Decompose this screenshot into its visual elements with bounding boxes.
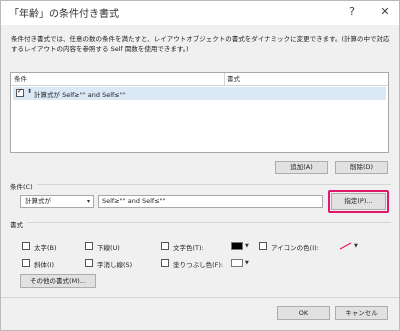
ok-button[interactable]: OK <box>277 306 330 320</box>
footer-divider <box>1 297 399 298</box>
title-bar: 「年齢」の条件付き書式 ? ✕ <box>1 1 399 25</box>
bold-checkbox[interactable] <box>22 242 30 250</box>
header-divider <box>11 85 388 86</box>
fill-color-checkbox[interactable] <box>161 259 169 267</box>
fill-color-swatch[interactable] <box>231 259 243 267</box>
add-button[interactable]: 追加(A) <box>275 161 328 174</box>
icon-color-checkbox[interactable] <box>259 242 267 250</box>
pen-icon[interactable] <box>339 242 352 250</box>
text-color-checkbox[interactable] <box>161 242 169 250</box>
strikethrough-option[interactable]: 字消し線(S) <box>85 258 155 269</box>
dialog-title: 「年齢」の条件付き書式 <box>9 9 119 20</box>
underline-checkbox[interactable] <box>85 242 93 250</box>
icon-color-option[interactable]: アイコンの色(I): <box>259 241 349 252</box>
text-color-label: 文字色(T): <box>173 244 204 252</box>
italic-checkbox[interactable] <box>22 259 30 267</box>
fill-color-chevron-down-icon[interactable]: ▼ <box>245 260 249 266</box>
format-section-divider <box>27 222 391 223</box>
bold-option[interactable]: 太字(B) <box>22 241 82 252</box>
delete-button[interactable]: 削除(D) <box>335 161 388 174</box>
checkmark-icon: ✓ <box>17 87 23 95</box>
conditional-format-dialog: 「年齢」の条件付き書式 ? ✕ 条件付き書式では、任意の数の条件を満たすと、レイ… <box>0 0 400 331</box>
bold-label: 太字(B) <box>34 244 57 252</box>
italic-label: 斜体(I) <box>34 261 54 269</box>
text-color-swatch[interactable] <box>231 242 243 250</box>
formula-field[interactable]: Self≥"" and Self≤"" <box>98 195 323 208</box>
sort-updown-icon[interactable]: ⬍ <box>27 88 32 95</box>
text-color-chevron-down-icon[interactable]: ▼ <box>245 243 249 249</box>
condition-section-label: 条件(C) <box>10 183 33 191</box>
format-section-label: 書式 <box>10 221 23 229</box>
conditions-list[interactable]: 条件 書式 ✓ ⬍ 計算式が Self≥"" and Self≤"" <box>10 72 389 153</box>
column-header-format[interactable]: 書式 <box>224 73 240 85</box>
strikethrough-label: 字消し線(S) <box>97 261 133 269</box>
fill-color-label: 塗りつぶし色(F): <box>173 261 224 269</box>
other-format-button[interactable]: その他の書式(M)... <box>20 274 96 288</box>
formula-value: Self≥"" and Self≤"" <box>102 197 166 205</box>
strikethrough-checkbox[interactable] <box>85 259 93 267</box>
underline-option[interactable]: 下線(U) <box>85 241 145 252</box>
text-color-option[interactable]: 文字色(T): <box>161 241 231 252</box>
condition-row-text: 計算式が Self≥"" and Self≤"" <box>34 91 126 99</box>
specify-button[interactable]: 指定(P)... <box>331 193 386 210</box>
description-text: 条件付き書式では、任意の数の条件を満たすと、レイアウトオブジェクトの書式をダイナ… <box>11 34 391 54</box>
icon-color-chevron-down-icon[interactable]: ▼ <box>354 243 358 249</box>
underline-label: 下線(U) <box>97 244 120 252</box>
help-icon[interactable]: ? <box>344 5 360 18</box>
icon-color-label: アイコンの色(I): <box>271 244 319 252</box>
condition-type-select[interactable]: 計算式が ▾ <box>20 195 94 208</box>
condition-section-divider <box>37 184 391 185</box>
column-header-condition[interactable]: 条件 <box>11 73 27 85</box>
fill-color-option[interactable]: 塗りつぶし色(F): <box>161 258 231 269</box>
italic-option[interactable]: 斜体(I) <box>22 258 82 269</box>
condition-enabled-checkbox[interactable]: ✓ <box>16 87 24 97</box>
description-line-1: 条件付き書式では、任意の数の条件を満たすと、レイアウトオブジェクトの書式をダイナ… <box>11 35 390 43</box>
condition-type-value: 計算式が <box>25 197 51 205</box>
close-icon[interactable]: ✕ <box>377 5 393 18</box>
chevron-down-icon: ▾ <box>86 198 90 205</box>
description-line-2: するレイアウトの内容を参照する Self 関数を使用できます。) <box>11 45 189 53</box>
cancel-button[interactable]: キャンセル <box>335 306 388 320</box>
condition-row[interactable]: ✓ ⬍ 計算式が Self≥"" and Self≤"" <box>13 87 386 100</box>
